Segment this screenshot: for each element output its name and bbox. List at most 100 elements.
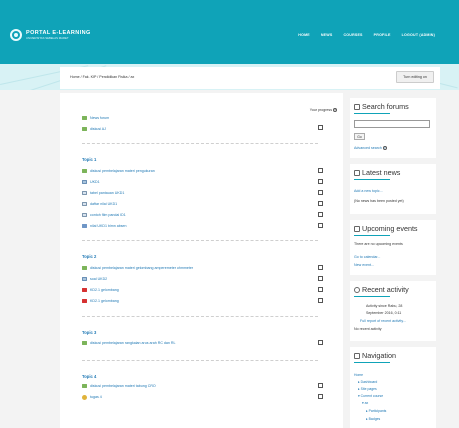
activity-diskusi[interactable]: diskusi AJ [82,126,106,132]
activity-link[interactable]: nilai UKD1 bimn absen [90,224,127,228]
activity-since-text: Activity since Rabu, 28 [366,304,403,308]
nav-profile-link[interactable]: PROFILE [374,33,391,37]
help-icon[interactable]: ? [333,108,337,113]
activity-link[interactable]: diskusi pembelajaran materi pengukuran [90,169,155,173]
activity-link[interactable]: daftar nilai UKD1 [90,202,117,206]
nav-tree-site-pages[interactable]: ▸ Site pages [358,387,377,391]
forum-icon [82,127,87,131]
activity-link[interactable]: diskusi pembelajaran materi gelombang am… [90,266,193,270]
page-icon [82,277,87,281]
section-divider [82,316,318,317]
no-news-text: (No news has been posted yet) [354,199,404,203]
forum-icon [82,384,87,388]
topic-title[interactable]: Topic 3 [82,330,96,335]
topic-title[interactable]: Topic 4 [82,374,96,379]
turn-editing-on-button[interactable]: Turn editing on [396,71,434,83]
nav-tree-home[interactable]: Home [354,373,363,377]
activity-link[interactable]: soal UKD2 [90,277,107,281]
top-header-bar: PORTAL E-LEARNING UNIVERSITAS SEBELAS MA… [0,0,459,64]
activity-link[interactable]: KD2.1 gelombang [90,299,119,303]
forum-icon [82,169,87,173]
site-logo[interactable]: PORTAL E-LEARNING UNIVERSITAS SEBELAS MA… [10,29,91,41]
forum-icon [82,341,87,345]
completion-checkbox[interactable] [318,212,323,217]
activity-link[interactable]: contoh film pandai ID1 [90,213,126,217]
completion-checkbox[interactable] [318,168,323,173]
nav-logout-link[interactable]: LOGOUT (ADMIN) [402,33,435,37]
section-divider [82,240,318,241]
activity-item[interactable]: KD2.1 gelombang [82,298,119,304]
activity-item[interactable]: diskusi pembelajaran materi tabung CRO [82,383,156,389]
activity-link[interactable]: diskusi AJ [90,127,106,131]
activity-link[interactable]: KD2.1 gelombang [90,288,119,292]
completion-checkbox[interactable] [318,276,323,281]
advanced-search-link[interactable]: Advanced search? [354,146,387,151]
activity-link[interactable]: tugas 4 [90,395,102,399]
top-navigation: HOME NEWS COURSES PROFILE LOGOUT (ADMIN) [298,33,435,37]
nav-courses-link[interactable]: COURSES [343,33,362,37]
search-forums-input[interactable] [354,120,430,128]
search-go-button[interactable]: Go [354,133,365,140]
completion-checkbox[interactable] [318,265,323,270]
help-icon[interactable]: ? [382,146,387,151]
nav-news-link[interactable]: NEWS [321,33,333,37]
file-icon [82,191,87,195]
completion-checkbox[interactable] [318,394,323,399]
activity-link[interactable]: tabel pantauan UKD1 [90,191,124,195]
file-icon [82,213,87,217]
block-navigation: Navigation Home ▸ Dashboard ▸ Site pages… [350,347,436,428]
completion-checkbox[interactable] [318,125,323,130]
block-upcoming-events: Upcoming events There are no upcoming ev… [350,220,436,275]
activity-news-forum[interactable]: News forum [82,115,109,121]
activity-link[interactable]: diskusi pembelajaran rangkaian arus arah… [90,341,176,345]
pdf-icon [82,288,87,292]
completion-checkbox[interactable] [318,223,323,228]
forum-icon [82,116,87,120]
activity-link[interactable]: News forum [90,116,109,120]
add-topic-link[interactable]: Add a new topic... [354,189,383,193]
nav-tree-badges[interactable]: ▸ Badges [366,417,380,421]
activity-item[interactable]: tugas 4 [82,394,102,400]
pdf-icon [82,299,87,303]
title-underline [354,362,390,364]
nav-tree-course[interactable]: ▾ ax [362,401,368,405]
nav-home-link[interactable]: HOME [298,33,310,37]
breadcrumb[interactable]: Home / Fak. KIP / Pendidikan Fisika / ax [70,75,134,79]
activity-since-date: September 2016, 0:11 [366,311,402,315]
completion-checkbox[interactable] [318,383,323,388]
activity-item[interactable]: nilai UKD1 bimn absen [82,223,127,229]
file-icon [82,202,87,206]
activity-item[interactable]: contoh film pandai ID1 [82,212,126,218]
completion-checkbox[interactable] [318,287,323,292]
go-to-calendar-link[interactable]: Go to calendar... [354,255,380,259]
completion-checkbox[interactable] [318,298,323,303]
course-content: Your progress? News forum diskusi AJ Top… [60,93,343,428]
activity-item[interactable]: UKD1 [82,179,100,185]
block-recent-activity: Recent activity Activity since Rabu, 28 … [350,281,436,341]
title-underline [354,296,390,298]
activity-item[interactable]: diskusi pembelajaran rangkaian arus arah… [82,340,176,346]
full-report-link[interactable]: Full report of recent activity... [360,319,406,323]
progress-label: Your progress? [309,108,337,113]
activity-link[interactable]: UKD1 [90,180,100,184]
new-event-link[interactable]: New event... [354,263,374,267]
activity-item[interactable]: diskusi pembelajaran materi gelombang am… [82,265,193,271]
activity-item[interactable]: KD2.1 gelombang [82,287,119,293]
activity-item[interactable]: diskusi pembelajaran materi pengukuran [82,168,155,174]
completion-checkbox[interactable] [318,201,323,206]
nav-tree-dashboard[interactable]: ▸ Dashboard [358,380,377,384]
completion-checkbox[interactable] [318,190,323,195]
activity-item[interactable]: tabel pantauan UKD1 [82,190,124,196]
activity-item[interactable]: daftar nilai UKD1 [82,201,117,207]
completion-checkbox[interactable] [318,179,323,184]
nav-tree-participants[interactable]: ▸ Participants [366,409,386,413]
breadcrumb-card: Home / Fak. KIP / Pendidikan Fisika / ax… [60,67,440,89]
activity-link[interactable]: diskusi pembelajaran materi tabung CRO [90,384,156,388]
folder-icon [82,224,87,228]
completion-checkbox[interactable] [318,340,323,345]
section-divider [82,143,318,144]
topic-title[interactable]: Topic 2 [82,254,96,259]
nav-tree-current-course[interactable]: ▾ Current course [358,394,383,398]
topic-title[interactable]: Topic 1 [82,157,96,162]
activity-item[interactable]: soal UKD2 [82,276,107,282]
